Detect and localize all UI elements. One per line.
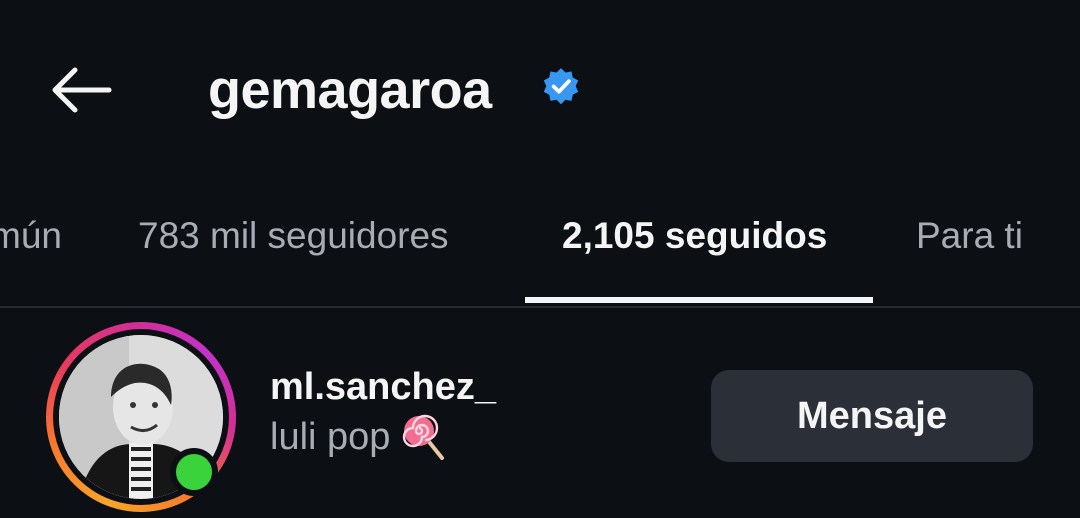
arrow-left-icon	[52, 67, 112, 113]
account-subtitle-text: luli pop	[270, 416, 391, 458]
tab-seguidores[interactable]: 783 mil seguidores	[138, 212, 449, 260]
profile-username: gemagaroa	[208, 60, 492, 120]
verified-badge-icon	[543, 68, 579, 105]
top-bar: gemagaroa	[0, 0, 1080, 180]
account-username[interactable]: ml.sanchez_	[270, 364, 496, 410]
follow-tabs: mún 783 mil seguidores 2,105 seguidos Pa…	[0, 180, 1080, 308]
online-status-indicator	[170, 448, 218, 496]
message-button[interactable]: Mensaje	[711, 370, 1033, 462]
tab-seguidos[interactable]: 2,105 seguidos	[562, 212, 827, 260]
list-item[interactable]: ml.sanchez_ luli pop Mensaje	[0, 308, 1080, 518]
back-button[interactable]	[40, 58, 120, 122]
account-subtitle: luli pop	[270, 414, 445, 460]
tab-para-ti[interactable]: Para ti	[916, 212, 1023, 260]
tab-comun[interactable]: mún	[0, 212, 62, 260]
lollipop-icon	[403, 414, 445, 460]
active-tab-indicator	[525, 297, 873, 303]
